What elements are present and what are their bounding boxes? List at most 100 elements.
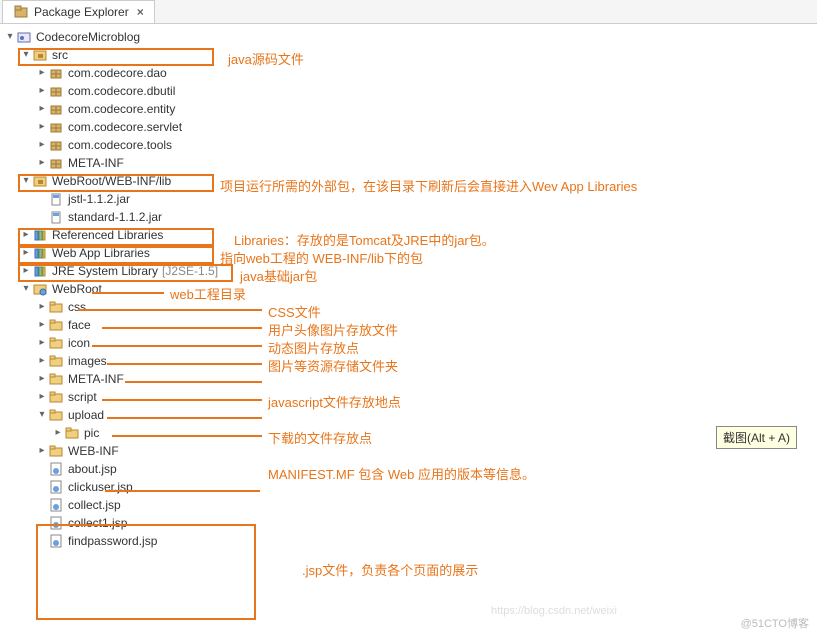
- annotation-line: [92, 292, 164, 294]
- expand-arrow[interactable]: ▸: [36, 442, 48, 460]
- package-label: com.codecore.servlet: [67, 118, 182, 136]
- source-folder-icon: [32, 173, 48, 189]
- css-folder[interactable]: ▸ css: [4, 298, 817, 316]
- library-label: JRE System Library: [51, 262, 158, 280]
- expand-arrow[interactable]: ▸: [36, 388, 48, 406]
- annotation-line: [125, 381, 262, 383]
- webroot-folder[interactable]: ▾ WebRoot: [4, 280, 817, 298]
- project-label: CodecoreMicroblog: [35, 28, 140, 46]
- file-label: collect.jsp: [67, 496, 121, 514]
- folder-label: pic: [83, 424, 99, 442]
- annotation-line: [107, 363, 262, 365]
- findpassword-jsp[interactable]: findpassword.jsp: [4, 532, 817, 550]
- package-label: com.codecore.dbutil: [67, 82, 175, 100]
- pic-folder[interactable]: ▸ pic: [4, 424, 817, 442]
- metainf-folder[interactable]: ▸ META-INF: [4, 154, 817, 172]
- package-servlet[interactable]: ▸ com.codecore.servlet: [4, 118, 817, 136]
- expand-arrow[interactable]: ▾: [4, 28, 16, 46]
- upload-folder[interactable]: ▾ upload: [4, 406, 817, 424]
- script-folder[interactable]: ▸ script: [4, 388, 817, 406]
- expand-arrow[interactable]: ▾: [20, 46, 32, 64]
- standard-jar[interactable]: standard-1.1.2.jar: [4, 208, 817, 226]
- jre-decorator: [J2SE-1.5]: [162, 262, 218, 280]
- file-label: about.jsp: [67, 460, 117, 478]
- icon-folder[interactable]: ▸ icon: [4, 334, 817, 352]
- collect-jsp[interactable]: collect.jsp: [4, 496, 817, 514]
- package-explorer-icon: [13, 4, 29, 20]
- package-dao[interactable]: ▸ com.codecore.dao: [4, 64, 817, 82]
- expand-arrow[interactable]: ▸: [36, 136, 48, 154]
- annotation-css: CSS文件: [268, 302, 321, 321]
- web-folder-icon: [32, 281, 48, 297]
- expand-arrow[interactable]: ▸: [36, 370, 48, 388]
- folder-label: icon: [67, 334, 90, 352]
- annotation-webapplib: 指向web工程的 WEB-INF/lib下的包: [220, 248, 423, 267]
- package-dbutil[interactable]: ▸ com.codecore.dbutil: [4, 82, 817, 100]
- expand-arrow[interactable]: ▸: [36, 118, 48, 136]
- package-entity[interactable]: ▸ com.codecore.entity: [4, 100, 817, 118]
- annotation-metainf: MANIFEST.MF 包含 Web 应用的版本等信息。: [268, 464, 535, 483]
- folder-label: META-INF: [67, 154, 124, 172]
- folder-label: images: [67, 352, 107, 370]
- expand-arrow[interactable]: ▸: [36, 154, 48, 172]
- expand-arrow[interactable]: ▸: [36, 352, 48, 370]
- close-icon[interactable]: ×: [137, 5, 144, 19]
- jar-icon: [48, 191, 64, 207]
- expand-arrow[interactable]: ▸: [20, 262, 32, 280]
- annotation-line: [102, 399, 262, 401]
- package-icon: [48, 137, 64, 153]
- folder-icon: [48, 317, 64, 333]
- package-icon: [48, 65, 64, 81]
- package-icon: [48, 119, 64, 135]
- folder-icon: [48, 389, 64, 405]
- expand-arrow[interactable]: ▸: [20, 244, 32, 262]
- expand-arrow[interactable]: ▸: [36, 334, 48, 352]
- annotation-jrelib: java基础jar包: [240, 266, 317, 285]
- expand-arrow[interactable]: ▾: [20, 280, 32, 298]
- folder-label: WEB-INF: [67, 442, 119, 460]
- tab-bar: Package Explorer ×: [0, 0, 817, 24]
- face-folder[interactable]: ▸ face: [4, 316, 817, 334]
- images-folder[interactable]: ▸ images: [4, 352, 817, 370]
- expand-arrow[interactable]: ▸: [20, 226, 32, 244]
- folder-icon: [48, 299, 64, 315]
- metainf2-folder[interactable]: ▸ META-INF: [4, 370, 817, 388]
- annotation-line: [105, 490, 260, 492]
- library-icon: [32, 245, 48, 261]
- expand-arrow[interactable]: ▾: [36, 406, 48, 424]
- package-icon: [48, 155, 64, 171]
- expand-arrow[interactable]: ▸: [52, 424, 64, 442]
- jsp-icon: [48, 461, 64, 477]
- annotation-upload: 下载的文件存放点: [268, 428, 372, 447]
- expand-arrow[interactable]: ▸: [36, 316, 48, 334]
- file-label: clickuser.jsp: [67, 478, 133, 496]
- annotation-line: [107, 417, 262, 419]
- annotation-line: [112, 435, 262, 437]
- jsp-icon: [48, 533, 64, 549]
- jsp-icon: [48, 515, 64, 531]
- collect1-jsp[interactable]: collect1.jsp: [4, 514, 817, 532]
- annotation-jsp: .jsp文件，负责各个页面的展示: [302, 560, 478, 579]
- folder-icon: [48, 443, 64, 459]
- expand-arrow[interactable]: ▾: [20, 172, 32, 190]
- webinf-folder[interactable]: ▸ WEB-INF: [4, 442, 817, 460]
- expand-arrow[interactable]: ▸: [36, 298, 48, 316]
- file-label: collect1.jsp: [67, 514, 127, 532]
- file-label: findpassword.jsp: [67, 532, 157, 550]
- package-tools[interactable]: ▸ com.codecore.tools: [4, 136, 817, 154]
- package-label: com.codecore.tools: [67, 136, 172, 154]
- tab-package-explorer[interactable]: Package Explorer ×: [2, 0, 155, 23]
- expand-arrow[interactable]: ▸: [36, 64, 48, 82]
- src-label: src: [51, 46, 68, 64]
- expand-arrow[interactable]: ▸: [36, 100, 48, 118]
- folder-icon: [48, 335, 64, 351]
- expand-arrow[interactable]: ▸: [36, 82, 48, 100]
- project-node[interactable]: ▾ CodecoreMicroblog: [4, 28, 817, 46]
- screenshot-tooltip: 截图(Alt + A): [716, 426, 797, 449]
- annotation-icon: 动态图片存放点: [268, 338, 359, 357]
- folder-label: css: [67, 298, 86, 316]
- source-folder-icon: [32, 47, 48, 63]
- annotation-images: 图片等资源存储文件夹: [268, 356, 398, 375]
- jsp-icon: [48, 497, 64, 513]
- src-folder[interactable]: ▾ src: [4, 46, 817, 64]
